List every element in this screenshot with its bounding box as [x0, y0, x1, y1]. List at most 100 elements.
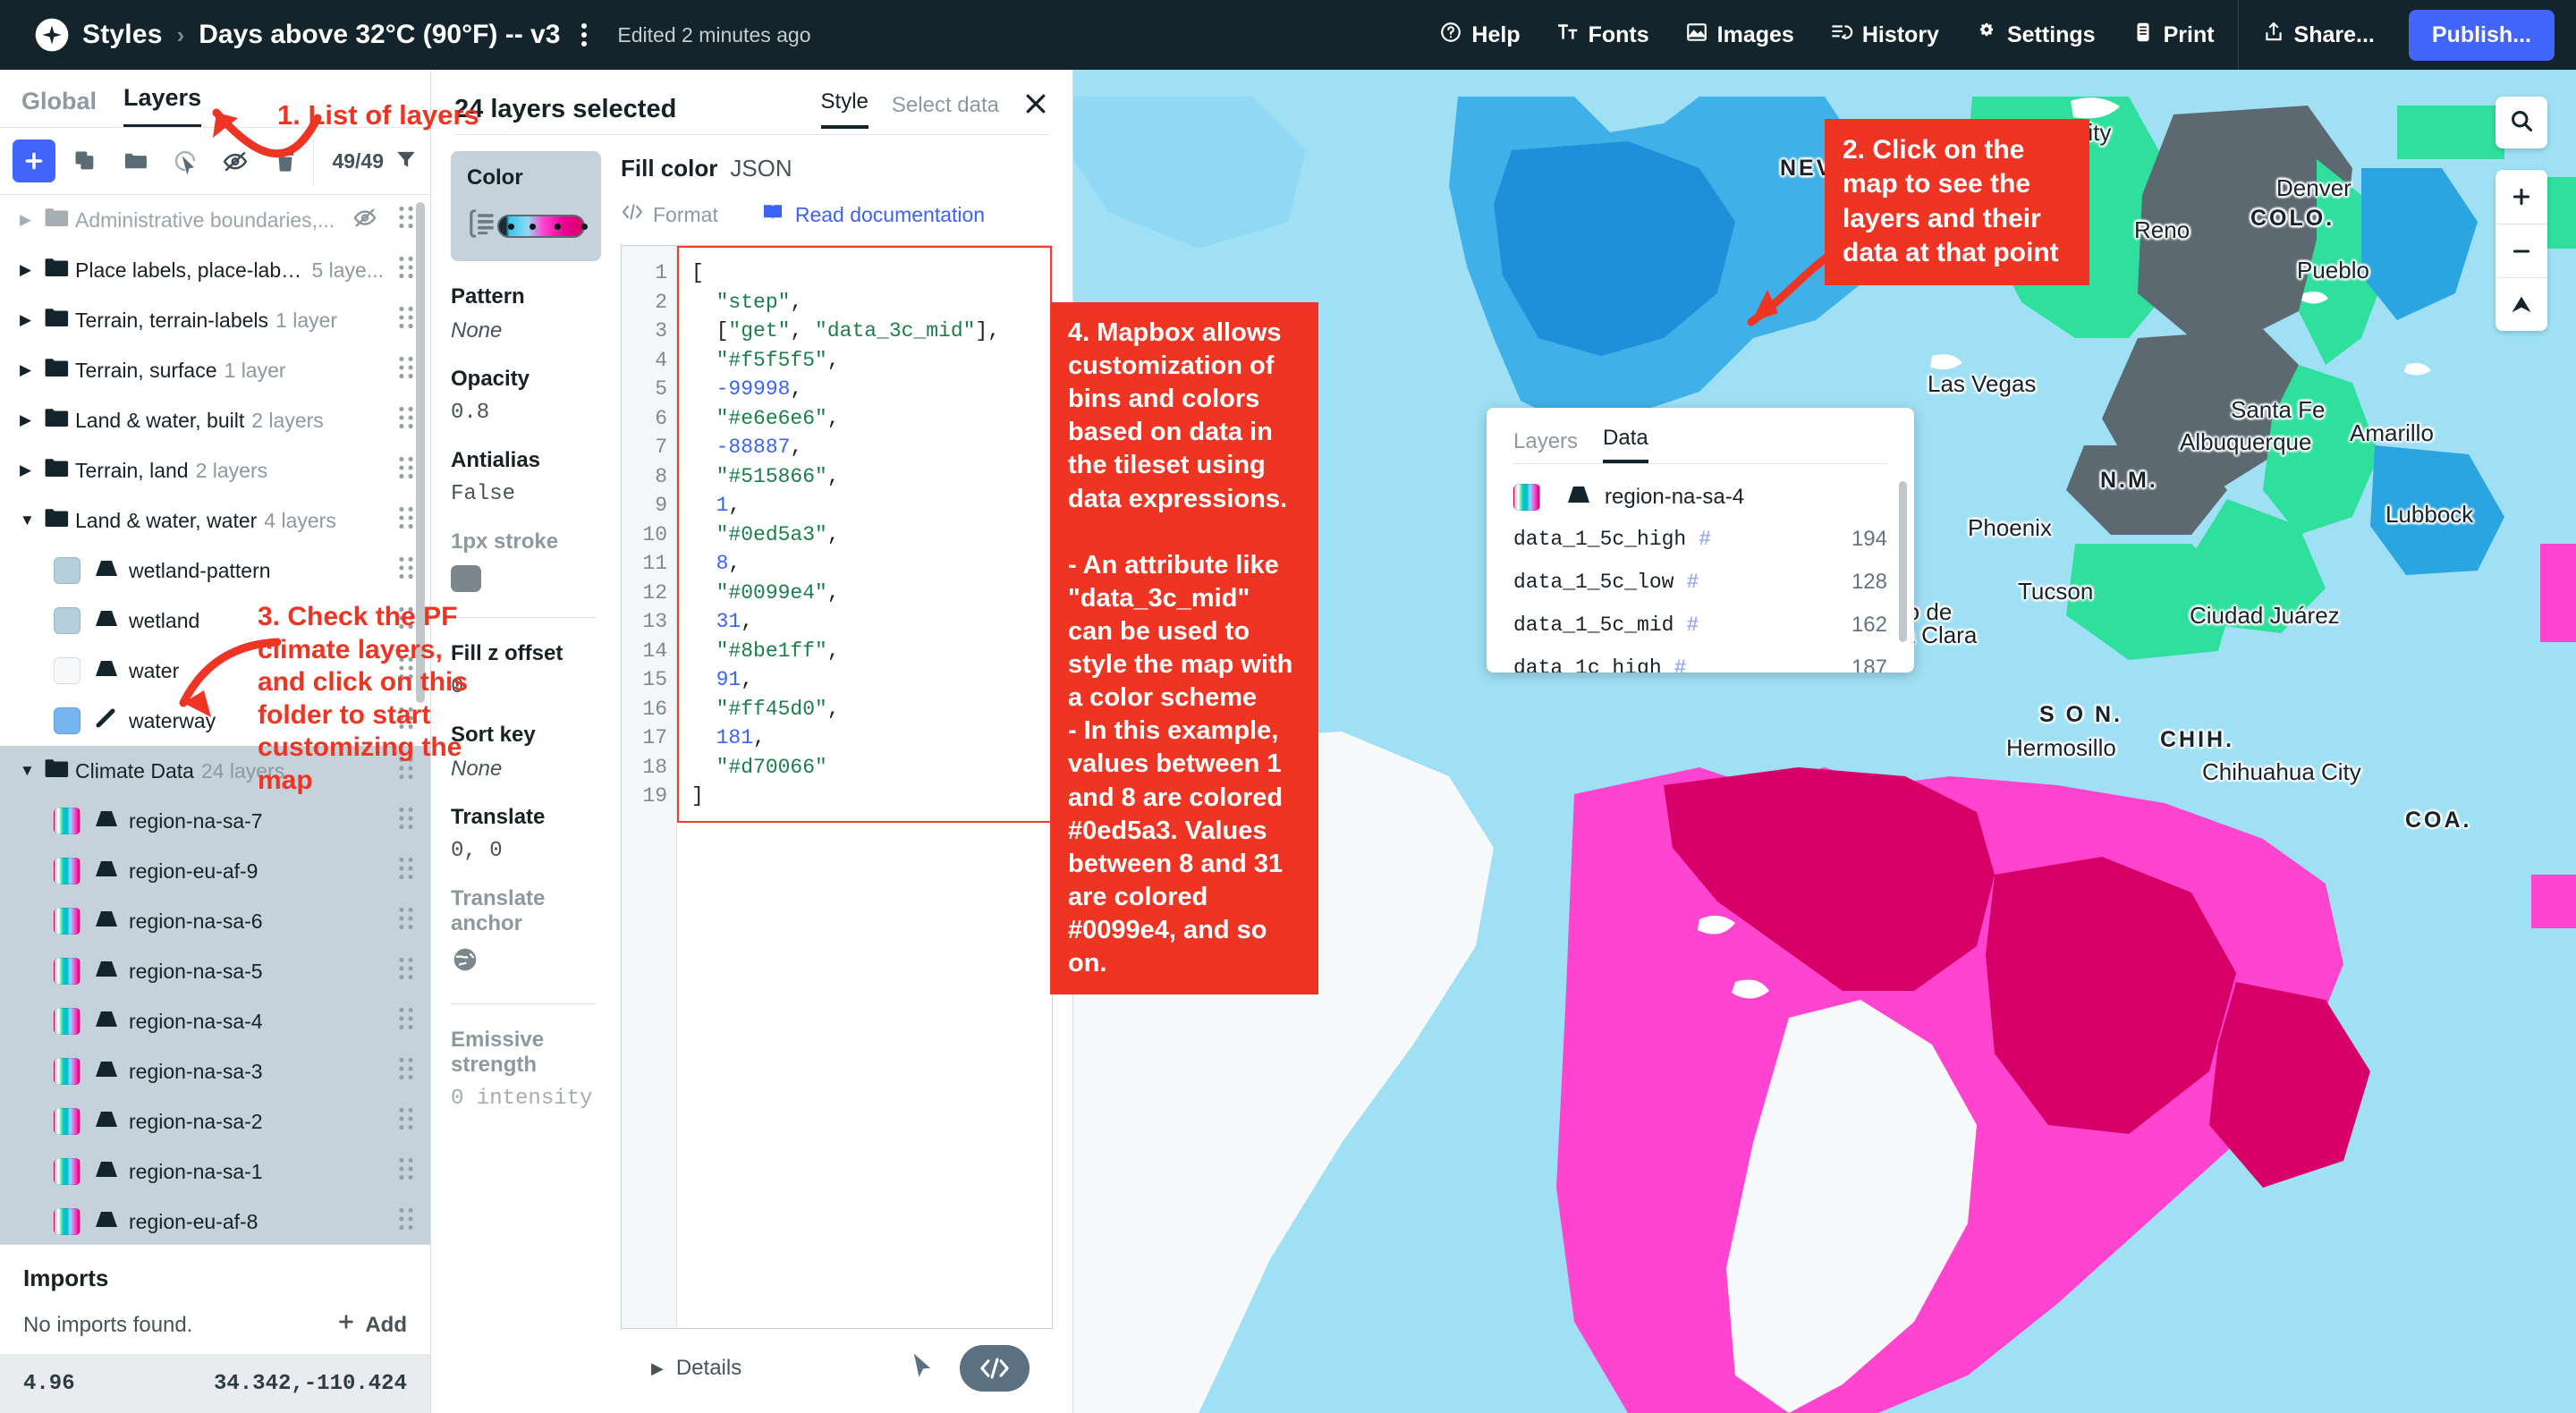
- images-button[interactable]: Images: [1667, 0, 1812, 70]
- drag-handle-icon[interactable]: [384, 956, 416, 986]
- popup-scrollbar[interactable]: [1899, 481, 1907, 642]
- drag-handle-icon[interactable]: [384, 205, 416, 235]
- layer-row[interactable]: wetland-pattern: [0, 546, 430, 596]
- code-editor[interactable]: 1 2 3 4 5 6 7 8 9 10 11 12 13 14 15 16 17 18 19 [ "step", …: [621, 245, 1053, 1329]
- tab-style[interactable]: Style: [820, 89, 869, 129]
- popup-tab-data[interactable]: Data: [1603, 426, 1648, 463]
- settings-button[interactable]: Settings: [1957, 0, 2114, 70]
- drag-handle-icon[interactable]: [384, 405, 416, 436]
- drag-handle-icon[interactable]: [384, 1006, 416, 1036]
- layer-row[interactable]: region-na-sa-3: [0, 1046, 430, 1096]
- layer-color-swatch[interactable]: [54, 1208, 80, 1235]
- zoom-out-button[interactable]: [2496, 224, 2547, 277]
- folder-icon[interactable]: [114, 140, 156, 182]
- drag-handle-icon[interactable]: [384, 555, 416, 586]
- kebab-menu-icon[interactable]: [574, 18, 594, 52]
- details-toggle[interactable]: ▶ Details: [651, 1356, 741, 1381]
- color-gradient-swatch[interactable]: [497, 214, 588, 238]
- layer-color-swatch[interactable]: [54, 607, 80, 634]
- layer-color-swatch[interactable]: [54, 1158, 80, 1185]
- layer-group-row[interactable]: ▶ Land & water, built 2 layers: [0, 395, 430, 445]
- layer-row[interactable]: region-na-sa-5: [0, 946, 430, 996]
- publish-button[interactable]: Publish...: [2408, 9, 2555, 61]
- layer-color-swatch[interactable]: [54, 1108, 80, 1135]
- layer-color-swatch[interactable]: [54, 557, 80, 584]
- layer-group-row[interactable]: ▶ Administrative boundaries,...: [0, 195, 430, 245]
- property-stroke[interactable]: 1px stroke: [451, 529, 610, 592]
- property-translate[interactable]: Translate 0, 0: [451, 805, 610, 863]
- cursor-select-icon[interactable]: [165, 140, 206, 182]
- add-import-button[interactable]: Add: [336, 1312, 407, 1338]
- property-antialias[interactable]: Antialias False: [451, 448, 610, 506]
- drag-handle-icon[interactable]: [384, 505, 416, 536]
- compass-north-icon[interactable]: [2496, 277, 2547, 331]
- chevron-down-icon[interactable]: ▼: [20, 762, 43, 780]
- tab-layers[interactable]: Layers: [123, 84, 202, 128]
- chevron-right-icon[interactable]: ▶: [20, 361, 43, 379]
- chevron-right-icon[interactable]: ▶: [20, 261, 43, 279]
- breadcrumb-styles[interactable]: Styles: [82, 20, 163, 50]
- layer-row[interactable]: region-na-sa-1: [0, 1146, 430, 1197]
- property-opacity[interactable]: Opacity 0.8: [451, 367, 610, 425]
- read-documentation-link[interactable]: Read documentation: [761, 202, 985, 227]
- add-layer-button[interactable]: [13, 140, 55, 182]
- layer-group-row[interactable]: ▶ Place labels, place-labels 5 laye...: [0, 245, 430, 295]
- tab-select-data[interactable]: Select data: [892, 93, 999, 129]
- layer-color-swatch[interactable]: [54, 1008, 80, 1035]
- drag-handle-icon[interactable]: [384, 1156, 416, 1187]
- stroke-color-swatch[interactable]: [451, 565, 481, 592]
- chevron-right-icon[interactable]: ▶: [20, 311, 43, 329]
- property-pattern[interactable]: Pattern None: [451, 284, 610, 343]
- eye-off-icon[interactable]: [215, 140, 256, 182]
- layer-color-swatch[interactable]: [54, 958, 80, 985]
- duplicate-icon[interactable]: [64, 140, 106, 182]
- eye-off-icon[interactable]: [342, 205, 377, 235]
- chevron-down-icon[interactable]: ▼: [20, 512, 43, 529]
- drag-handle-icon[interactable]: [384, 305, 416, 335]
- layer-row[interactable]: region-eu-af-8: [0, 1197, 430, 1244]
- layer-color-swatch[interactable]: [54, 808, 80, 834]
- drag-handle-icon[interactable]: [384, 1206, 416, 1237]
- zoom-in-button[interactable]: [2496, 170, 2547, 224]
- layer-group-row[interactable]: ▶ Terrain, land 2 layers: [0, 445, 430, 495]
- close-icon[interactable]: [1022, 90, 1049, 129]
- popup-tab-layers[interactable]: Layers: [1513, 429, 1578, 463]
- property-color[interactable]: Color: [451, 151, 601, 261]
- help-button[interactable]: Help: [1421, 0, 1538, 70]
- layer-color-swatch[interactable]: [54, 1058, 80, 1085]
- drag-handle-icon[interactable]: [384, 1106, 416, 1137]
- chevron-right-icon[interactable]: ▶: [20, 461, 43, 479]
- filter-icon[interactable]: [394, 148, 418, 175]
- layer-group-row[interactable]: ▶ Terrain, surface 1 layer: [0, 345, 430, 395]
- layer-color-swatch[interactable]: [54, 858, 80, 884]
- chevron-right-icon[interactable]: ▶: [20, 411, 43, 429]
- layer-color-swatch[interactable]: [54, 707, 80, 734]
- drag-handle-icon[interactable]: [384, 455, 416, 486]
- property-translate-anchor[interactable]: Translate anchor: [451, 886, 610, 978]
- drag-handle-icon[interactable]: [384, 856, 416, 886]
- drag-handle-icon[interactable]: [384, 255, 416, 285]
- history-button[interactable]: History: [1812, 0, 1957, 70]
- drag-handle-icon[interactable]: [384, 1056, 416, 1087]
- feature-data-popup[interactable]: Layers Data region-na-sa-4 data_1_5c_hig…: [1487, 408, 1914, 673]
- print-button[interactable]: Print: [2114, 0, 2233, 70]
- layer-row[interactable]: region-eu-af-9: [0, 846, 430, 896]
- layer-row[interactable]: region-na-sa-4: [0, 996, 430, 1046]
- property-emissive-strength[interactable]: Emissive strength 0 intensity: [451, 1028, 610, 1111]
- code-content[interactable]: [ "step", ["get", "data_3c_mid"], "#f5f5…: [677, 246, 1052, 1328]
- tab-global[interactable]: Global: [21, 88, 97, 128]
- code-brackets-icon[interactable]: [960, 1345, 1030, 1392]
- trash-icon[interactable]: [265, 140, 306, 182]
- layer-color-swatch[interactable]: [54, 908, 80, 935]
- layer-group-row[interactable]: ▼ Land & water, water 4 layers: [0, 495, 430, 546]
- share-button[interactable]: Share...: [2244, 0, 2393, 70]
- drag-handle-icon[interactable]: [384, 806, 416, 836]
- layer-group-row[interactable]: ▶ Terrain, terrain-labels 1 layer: [0, 295, 430, 345]
- map-search-button[interactable]: [2496, 97, 2547, 148]
- layer-row[interactable]: region-na-sa-6: [0, 896, 430, 946]
- drag-handle-icon[interactable]: [384, 355, 416, 385]
- fonts-button[interactable]: Fonts: [1538, 0, 1667, 70]
- layer-row[interactable]: region-na-sa-7: [0, 796, 430, 846]
- format-button[interactable]: Format: [621, 202, 718, 227]
- layer-row[interactable]: region-na-sa-2: [0, 1096, 430, 1146]
